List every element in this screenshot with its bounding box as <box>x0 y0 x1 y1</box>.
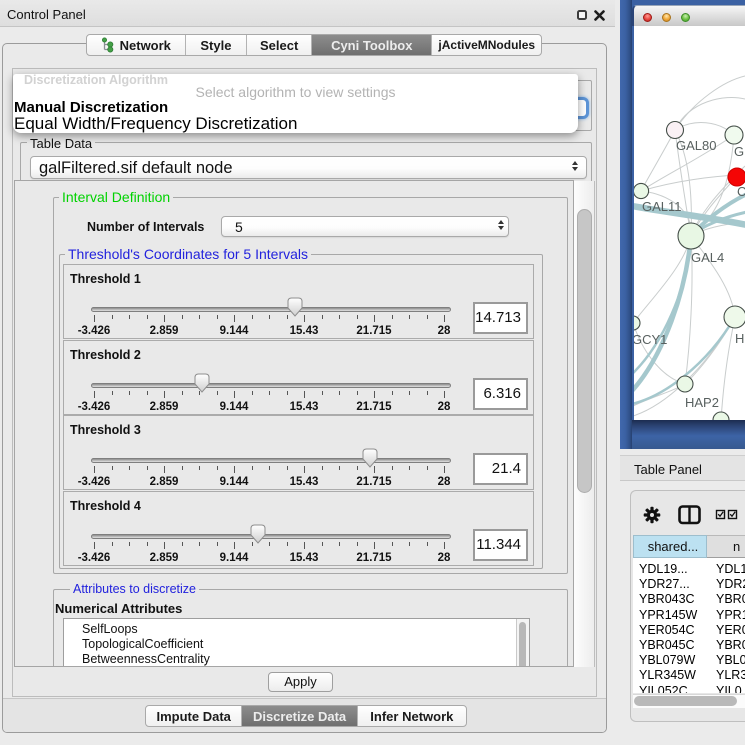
svg-text:HAP2: HAP2 <box>685 395 719 410</box>
svg-text:GAL80: GAL80 <box>676 138 716 153</box>
svg-text:C: C <box>737 184 745 199</box>
svg-text:GAL4: GAL4 <box>691 250 724 265</box>
svg-text:G.: G. <box>734 144 745 159</box>
svg-text:H: H <box>735 331 744 346</box>
svg-text:GAL11: GAL11 <box>642 199 682 214</box>
svg-text:GCY1: GCY1 <box>634 332 667 347</box>
